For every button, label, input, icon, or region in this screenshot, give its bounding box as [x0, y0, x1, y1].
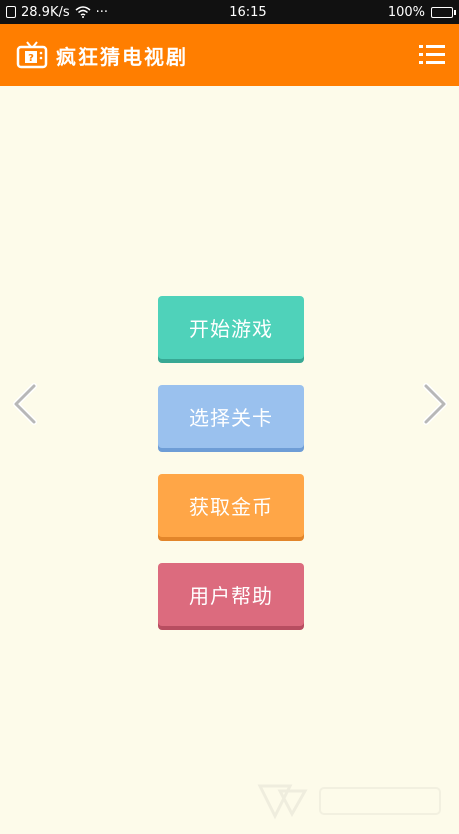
watermark-logo [257, 784, 441, 820]
svg-text:?: ? [28, 53, 34, 64]
hamburger-menu-icon[interactable] [419, 44, 445, 66]
status-time: 16:15 [229, 4, 267, 20]
start-game-button[interactable]: 开始游戏 [158, 296, 304, 359]
status-left: 28.9K/s ··· [6, 5, 108, 20]
status-bar: 28.9K/s ··· 16:15 100% [0, 0, 459, 24]
app-bar: ? 疯狂猜电视剧 [0, 24, 459, 86]
chevron-left-icon[interactable] [10, 382, 40, 426]
app-title: 疯狂猜电视剧 [56, 44, 188, 69]
sim-icon [6, 6, 16, 18]
main-content: 开始游戏 选择关卡 获取金币 用户帮助 [0, 86, 459, 834]
wifi-icon [75, 6, 91, 18]
tv-question-icon: ? [16, 41, 48, 69]
battery-icon [430, 6, 456, 18]
status-right: 100% [387, 4, 456, 20]
user-help-button[interactable]: 用户帮助 [158, 563, 304, 626]
chevron-right-icon[interactable] [420, 382, 450, 426]
status-more-dots: ··· [95, 4, 109, 20]
network-speed: 28.9K/s [21, 4, 70, 20]
select-level-button[interactable]: 选择关卡 [158, 385, 304, 448]
get-coins-button[interactable]: 获取金币 [158, 474, 304, 537]
app-bar-brand: ? 疯狂猜电视剧 [16, 40, 188, 70]
battery-percent: 100% [387, 4, 425, 20]
